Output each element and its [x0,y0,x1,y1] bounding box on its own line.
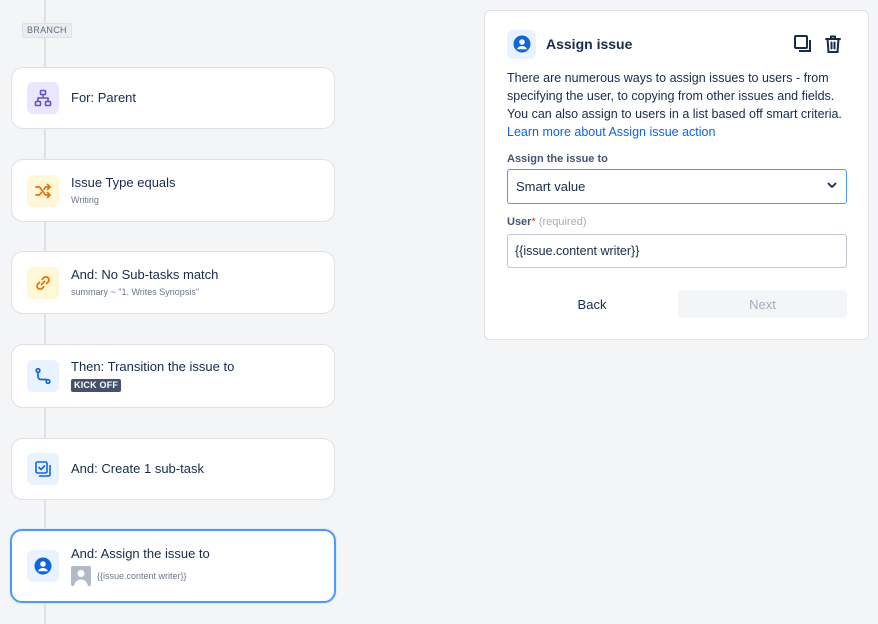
subtask-icon [27,453,59,485]
user-icon [507,29,536,59]
step-card-issue-type[interactable]: Issue Type equals Writing [11,159,335,222]
link-icon [27,266,59,299]
assign-issue-panel: Assign issue There are numerous ways to … [484,10,869,340]
avatar [71,566,91,586]
hierarchy-icon [27,82,59,114]
branch-label: BRANCH [22,23,72,38]
status-lozenge: KICK OFF [71,379,122,392]
step-subtitle: summary ~ "1. Writes Synopsis" [71,287,200,297]
transition-icon [27,360,59,392]
shuffle-icon [27,174,59,207]
step-title: Issue Type equals [71,175,176,190]
panel-title: Assign issue [546,36,633,52]
panel-description: There are numerous ways to assign issues… [507,69,847,141]
user-label-text: User [507,216,532,228]
trash-icon[interactable] [822,33,844,55]
step-card-no-subtasks[interactable]: And: No Sub-tasks match summary ~ "1. Wr… [11,251,335,314]
user-input[interactable]: {{issue.content writer}} [507,234,847,268]
step-card-for-parent[interactable]: For: Parent [11,67,335,129]
back-button[interactable]: Back [507,290,677,318]
step-title: Then: Transition the issue to [71,359,235,374]
step-subtitle: Writing [71,195,99,205]
user-icon [27,550,59,582]
step-card-create-subtask[interactable]: And: Create 1 sub-task [11,438,335,500]
step-title: And: Create 1 sub-task [71,461,204,476]
step-card-assign-issue[interactable]: And: Assign the issue to {{issue.content… [10,529,336,603]
user-field-label: User* (required) [507,216,587,228]
assign-field-label: Assign the issue to [507,153,608,165]
assign-select[interactable]: Smart value [507,169,847,204]
step-subtitle: {{issue.content writer}} [97,571,187,581]
chevron-down-icon [826,179,838,194]
next-button[interactable]: Next [678,290,847,318]
assign-select-value: Smart value [516,179,586,194]
step-title: And: Assign the issue to [71,546,210,561]
step-title: And: No Sub-tasks match [71,267,219,282]
required-mark: * [531,216,536,228]
step-title: For: Parent [71,90,137,105]
user-input-value: {{issue.content writer}} [515,244,640,258]
description-text: There are numerous ways to assign issues… [507,71,842,121]
learn-more-link[interactable]: Learn more about Assign issue action [507,125,715,139]
required-hint: (required) [538,216,587,228]
step-card-transition[interactable]: Then: Transition the issue to KICK OFF [11,344,335,408]
copy-icon[interactable] [792,33,814,55]
